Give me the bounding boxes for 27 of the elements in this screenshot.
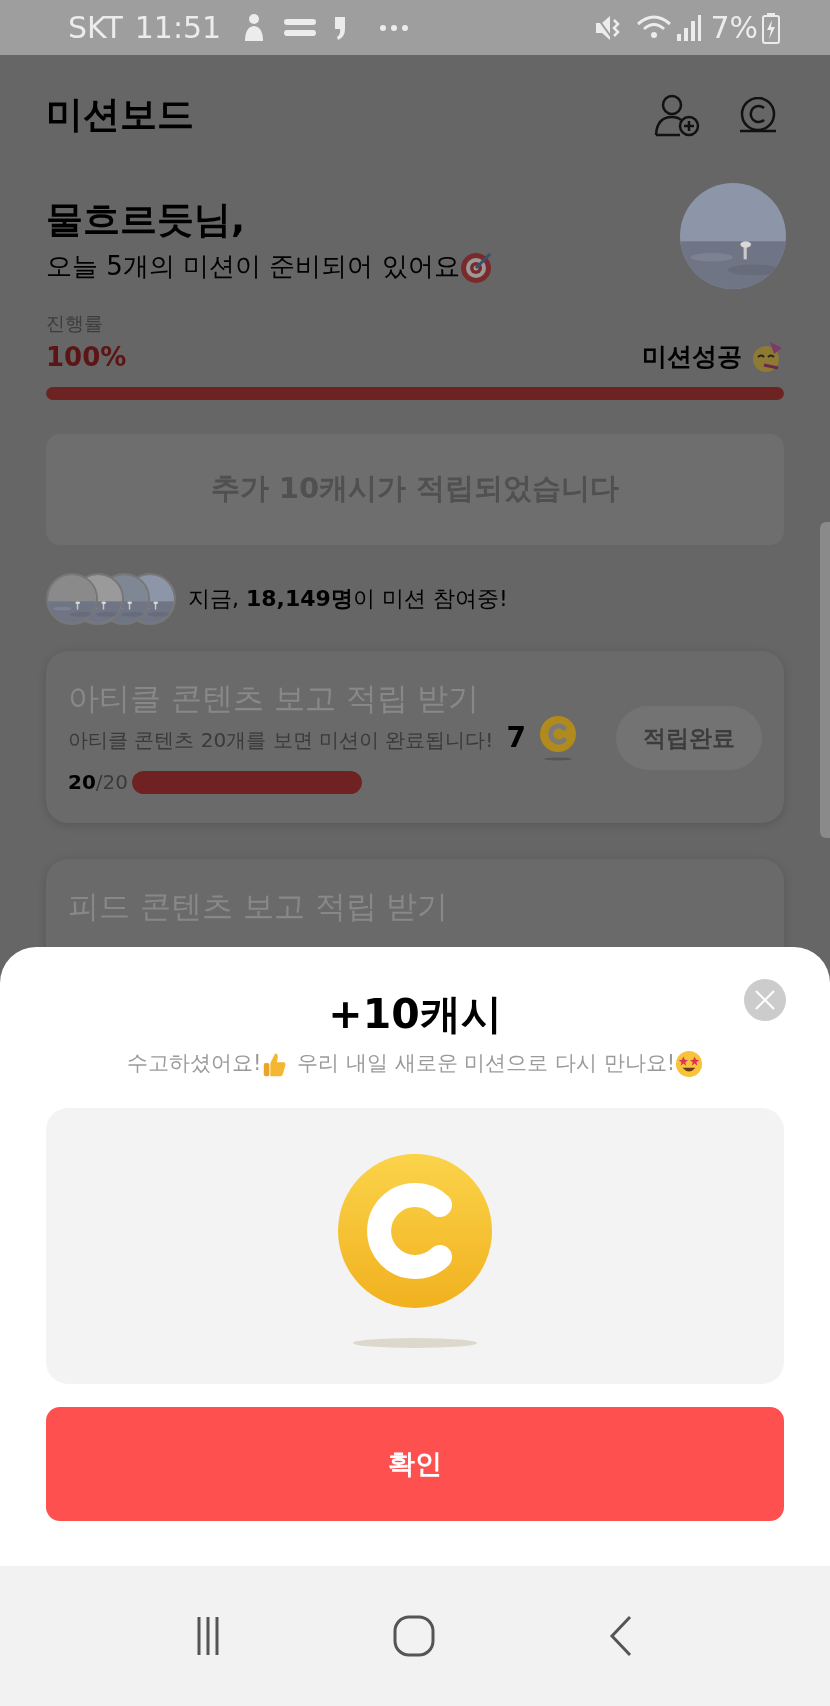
progress-value: 100% xyxy=(46,340,127,374)
quote-icon xyxy=(333,14,348,41)
add-user-icon[interactable] xyxy=(654,93,700,137)
clock: 11:51 xyxy=(134,9,222,47)
coin-icon xyxy=(538,714,578,761)
mission-status: 미션성공 xyxy=(642,341,742,374)
star-eyes-face-icon xyxy=(675,1049,704,1079)
participants-message: 지금, 18,149명이 미션 참여중! xyxy=(188,585,508,613)
greeting-name: 물흐르듯님, xyxy=(46,197,247,243)
more-icon xyxy=(379,23,410,32)
modal-title: +10캐시 xyxy=(328,989,502,1040)
recent-apps-icon[interactable] xyxy=(196,1615,221,1657)
back-icon[interactable] xyxy=(607,1615,634,1657)
modal-message: 수고하셨어요! xyxy=(126,1050,262,1078)
scrollbar-handle[interactable] xyxy=(820,522,830,838)
modal-message: 우리 내일 새로운 미션으로 다시 만나요! xyxy=(297,1050,676,1078)
battery-percent: 7% xyxy=(710,9,758,47)
battery-charging-icon xyxy=(762,11,780,44)
close-icon xyxy=(754,989,776,1011)
home-icon[interactable] xyxy=(393,1615,435,1657)
carrier-label: SKT xyxy=(68,9,123,47)
reward-amount: 7 xyxy=(506,719,526,756)
party-face-icon xyxy=(750,340,784,374)
greeting-message: 오늘 5개의 미션이 준비되어 있어요 xyxy=(46,250,460,284)
page-title: 미션보드 xyxy=(46,92,195,139)
signal-icon xyxy=(676,13,703,42)
confirm-button[interactable]: 확인 xyxy=(46,1406,784,1521)
